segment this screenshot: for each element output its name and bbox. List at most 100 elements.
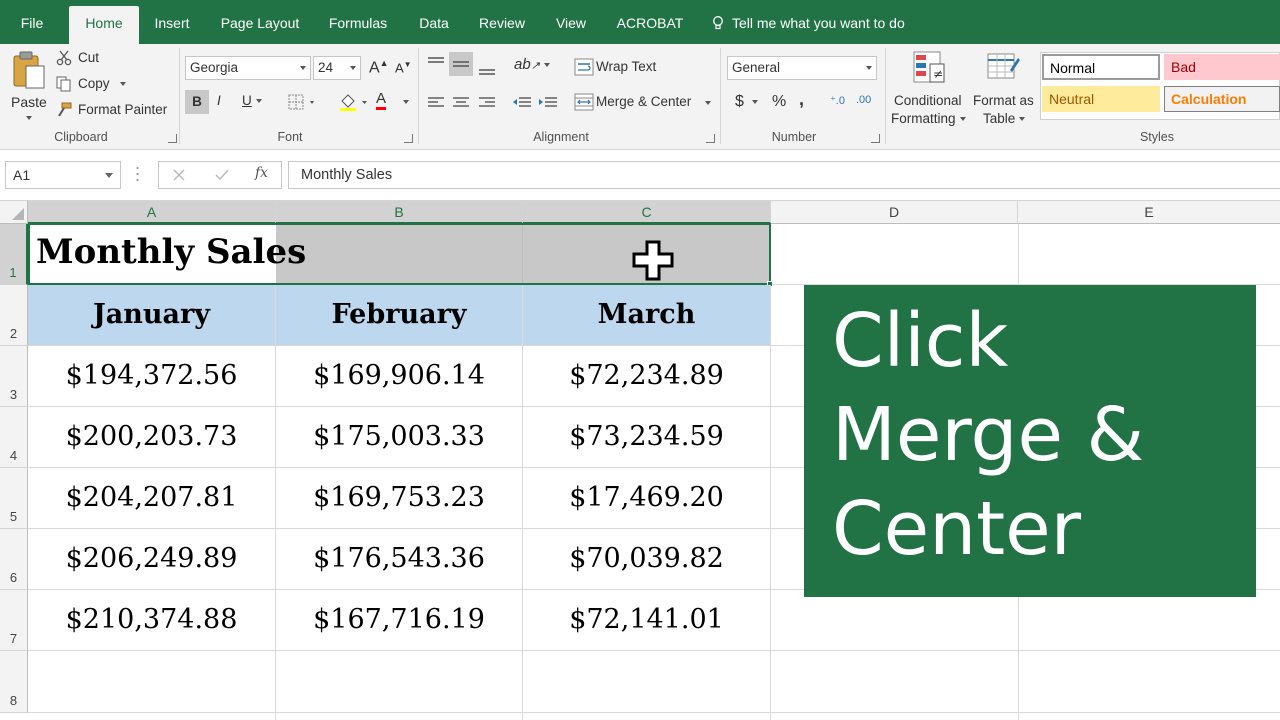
increase-indent-icon[interactable] <box>538 96 558 110</box>
enter-check-icon[interactable] <box>214 168 230 182</box>
paste-button[interactable]: Paste <box>8 50 48 124</box>
format-as-table-button[interactable]: Format as Table <box>970 48 1038 128</box>
bold-button[interactable]: B <box>185 90 209 114</box>
decrease-indent-icon[interactable] <box>512 96 532 110</box>
header-cell-february[interactable]: February <box>276 285 523 346</box>
paste-dropdown-icon[interactable] <box>26 116 32 120</box>
tab-review[interactable]: Review <box>474 6 530 44</box>
data-cell-b6[interactable]: $176,543.36 <box>276 529 523 590</box>
tell-me-box[interactable]: Tell me what you want to do <box>712 6 905 40</box>
row-header-8[interactable]: 8 <box>0 651 28 713</box>
tab-formulas[interactable]: Formulas <box>322 6 394 44</box>
format-painter-button[interactable]: Format Painter <box>56 101 170 121</box>
header-cell-january[interactable]: January <box>28 285 276 346</box>
increase-decimal-icon[interactable]: ⁺.0 <box>830 94 845 107</box>
tab-view[interactable]: View <box>548 6 594 44</box>
alignment-launcher-icon[interactable] <box>706 134 715 143</box>
row-header-7[interactable]: 7 <box>0 590 28 651</box>
style-calculation[interactable]: Calculation <box>1164 86 1280 112</box>
align-right-icon[interactable] <box>478 96 496 110</box>
align-bottom-icon[interactable] <box>478 62 496 76</box>
data-cell-b5[interactable]: $169,753.23 <box>276 468 523 529</box>
data-cell-c5[interactable]: $17,469.20 <box>523 468 771 529</box>
font-color-dropdown-icon[interactable] <box>403 100 409 104</box>
tab-home[interactable]: Home <box>69 6 139 44</box>
tab-file[interactable]: File <box>8 6 56 44</box>
style-normal[interactable]: Normal <box>1042 54 1160 80</box>
align-top-icon[interactable] <box>427 56 445 70</box>
style-neutral[interactable]: Neutral <box>1042 86 1160 112</box>
row-header-1[interactable]: 1 <box>0 224 28 285</box>
wrap-text-button[interactable]: Wrap Text <box>596 59 656 74</box>
tab-insert[interactable]: Insert <box>148 6 196 44</box>
data-cell-c6[interactable]: $70,039.82 <box>523 529 771 590</box>
column-header-a[interactable]: A <box>28 201 276 224</box>
cancel-icon[interactable] <box>172 168 186 182</box>
data-cell-b4[interactable]: $175,003.33 <box>276 407 523 468</box>
formula-input[interactable]: Monthly Sales <box>288 161 1280 189</box>
row-header-3[interactable]: 3 <box>0 346 28 407</box>
column-header-c[interactable]: C <box>523 201 771 224</box>
row-header-5[interactable]: 5 <box>0 468 28 529</box>
row-header-2[interactable]: 2 <box>0 285 28 346</box>
copy-dropdown-icon[interactable] <box>120 82 126 86</box>
borders-icon[interactable] <box>288 94 318 112</box>
data-cell-b7[interactable]: $167,716.19 <box>276 590 523 651</box>
comma-button[interactable]: , <box>799 89 804 110</box>
clipboard-launcher-icon[interactable] <box>168 134 177 143</box>
select-all-corner[interactable] <box>0 201 28 224</box>
percent-button[interactable]: % <box>772 93 786 111</box>
data-cell-a4[interactable]: $200,203.73 <box>28 407 276 468</box>
tab-page-layout[interactable]: Page Layout <box>214 6 306 44</box>
header-cell-march[interactable]: March <box>523 285 771 346</box>
conditional-formatting-button[interactable]: ≠ Conditional Formatting <box>890 48 968 128</box>
data-cell-a3[interactable]: $194,372.56 <box>28 346 276 407</box>
column-header-e[interactable]: E <box>1018 201 1280 224</box>
cut-label: Cut <box>78 50 100 65</box>
number-format-select[interactable]: General <box>727 56 877 80</box>
orientation-icon: ab↗ <box>514 56 540 73</box>
insert-function-button[interactable]: fx <box>255 165 268 181</box>
align-center-icon[interactable] <box>452 96 470 110</box>
align-middle-button[interactable] <box>449 52 473 76</box>
instruction-callout: Click Merge & Center <box>804 285 1256 597</box>
copy-icon <box>56 76 71 92</box>
tab-acrobat[interactable]: ACROBAT <box>612 6 688 44</box>
column-header-d[interactable]: D <box>771 201 1018 224</box>
italic-button[interactable]: I <box>217 93 221 108</box>
style-bad[interactable]: Bad <box>1164 54 1280 80</box>
orientation-button[interactable]: ab↗ <box>514 56 550 73</box>
copy-button[interactable]: Copy <box>56 75 166 95</box>
group-divider <box>418 48 419 144</box>
row-header-6[interactable]: 6 <box>0 529 28 590</box>
align-left-icon[interactable] <box>427 96 445 110</box>
data-cell-a7[interactable]: $210,374.88 <box>28 590 276 651</box>
underline-button[interactable]: U <box>242 93 262 108</box>
number-launcher-icon[interactable] <box>871 134 880 143</box>
font-launcher-icon[interactable] <box>404 134 413 143</box>
decrease-decimal-icon[interactable]: .00 <box>856 94 871 106</box>
cut-button[interactable]: Cut <box>56 49 166 69</box>
shrink-font-button[interactable]: A▼ <box>395 60 412 75</box>
data-cell-b3[interactable]: $169,906.14 <box>276 346 523 407</box>
merge-center-dropdown-icon[interactable] <box>705 101 711 105</box>
paste-icon <box>13 51 45 89</box>
column-header-b[interactable]: B <box>276 201 523 224</box>
group-divider <box>720 48 721 144</box>
font-color-button[interactable]: A <box>376 91 387 110</box>
tab-data[interactable]: Data <box>412 6 456 44</box>
grow-font-button[interactable]: A▲ <box>369 58 389 77</box>
font-family-select[interactable]: Georgia <box>185 56 311 80</box>
font-size-select[interactable]: 24 <box>313 56 361 80</box>
row-header-4[interactable]: 4 <box>0 407 28 468</box>
data-cell-c7[interactable]: $72,141.01 <box>523 590 771 651</box>
currency-button[interactable]: $ <box>735 93 758 111</box>
data-cell-c4[interactable]: $73,234.59 <box>523 407 771 468</box>
name-box[interactable]: A1 <box>5 161 121 189</box>
merge-center-button[interactable]: Merge & Center <box>596 94 691 109</box>
conditional-formatting-label-2: Formatting <box>891 111 966 126</box>
data-cell-a5[interactable]: $204,207.81 <box>28 468 276 529</box>
data-cell-a6[interactable]: $206,249.89 <box>28 529 276 590</box>
data-cell-c3[interactable]: $72,234.89 <box>523 346 771 407</box>
fill-color-icon[interactable] <box>338 92 368 112</box>
